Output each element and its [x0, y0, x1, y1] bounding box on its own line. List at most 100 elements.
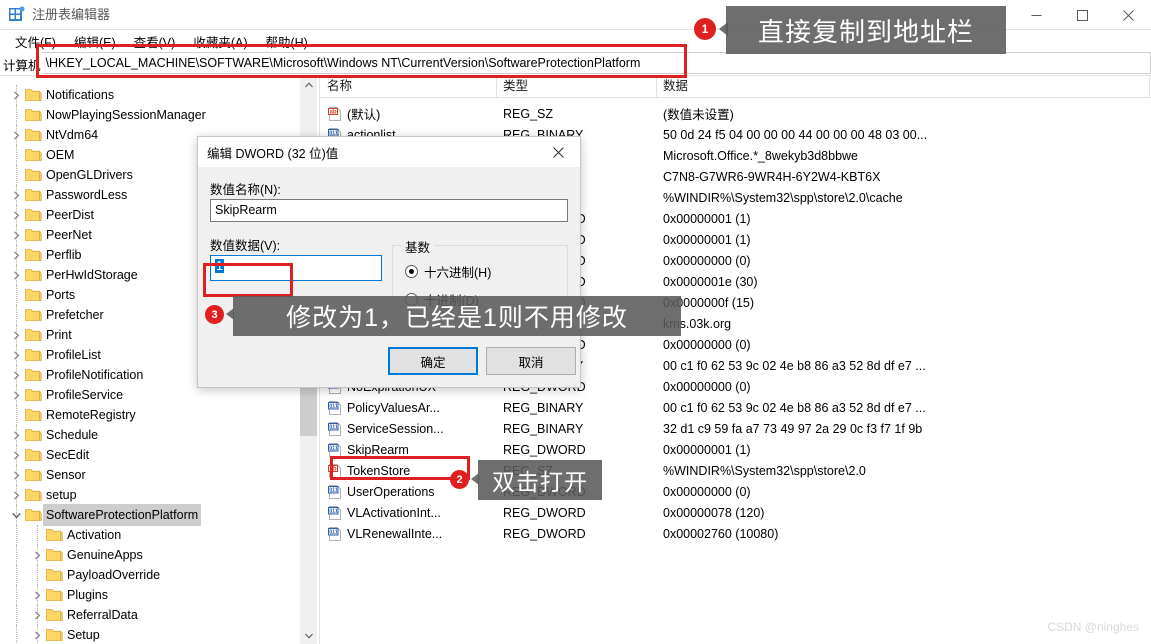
- maximize-button[interactable]: [1059, 0, 1105, 30]
- tree-item-schedule[interactable]: Schedule: [0, 425, 300, 445]
- chevron-right-icon[interactable]: [8, 425, 24, 445]
- table-row[interactable]: 011 110 PolicyValuesAr... REG_BINARY 00 c1 f…: [321, 397, 1151, 418]
- table-row[interactable]: 011 110 ServiceSession... REG_BINARY 32 d1 c…: [321, 418, 1151, 439]
- annotation-badge-3: 3: [205, 305, 224, 324]
- value-data-cell: 0x00000001 (1): [663, 232, 751, 247]
- string-value-icon: ab: [327, 106, 343, 122]
- table-row[interactable]: ab (默认) REG_SZ (数值未设置): [321, 103, 1151, 124]
- table-row[interactable]: 011 110 VLActivationInt... REG_DWORD 0x00000…: [321, 502, 1151, 523]
- menu-favorites[interactable]: 收藏夹(A): [184, 30, 256, 53]
- menu-view[interactable]: 查看(V): [125, 30, 185, 53]
- dialog-body: 数值名称(N): SkipRearm 数值数据(V): 1 基数 十六进制(H)…: [198, 167, 580, 389]
- tree-leaf-marker: [8, 165, 24, 185]
- registry-editor-icon: [8, 6, 25, 23]
- edit-dword-dialog: 编辑 DWORD (32 位)值 数值名称(N): SkipRearm 数值数据…: [197, 136, 581, 388]
- minimize-button[interactable]: [1013, 0, 1059, 30]
- tree-item-secedit[interactable]: SecEdit: [0, 445, 300, 465]
- chevron-right-icon[interactable]: [8, 185, 24, 205]
- window-controls: [1013, 0, 1151, 30]
- chevron-right-icon[interactable]: [8, 345, 24, 365]
- tree-scroll-down-arrow[interactable]: [300, 627, 317, 644]
- chevron-right-icon[interactable]: [29, 545, 45, 565]
- address-prefix-label: 计算机: [3, 59, 41, 73]
- address-input[interactable]: \HKEY_LOCAL_MACHINE\SOFTWARE\Microsoft\W…: [41, 52, 1151, 74]
- annotation-badge-1: 1: [694, 18, 716, 40]
- binary-value-icon: 011110: [327, 421, 343, 437]
- base-group-label: 基数: [401, 237, 435, 256]
- value-name-label: 数值名称(N):: [210, 183, 281, 197]
- dialog-close-button[interactable]: [536, 137, 580, 167]
- folder-icon: [25, 508, 42, 522]
- chevron-right-icon[interactable]: [8, 385, 24, 405]
- column-header-name[interactable]: 名称: [321, 76, 497, 97]
- tree-guide-line: [16, 545, 17, 565]
- svg-text:110: 110: [329, 532, 334, 536]
- tree-item-nowplayingsessionmanager[interactable]: NowPlayingSessionManager: [0, 105, 300, 125]
- tree-scroll-up-arrow[interactable]: [300, 76, 317, 93]
- tree-item-label: Notifications: [46, 88, 115, 102]
- table-row[interactable]: 011110UserOperationsREG_DWORD0x00000000 …: [321, 481, 1151, 502]
- annotation-text-2: 双击打开: [478, 460, 602, 500]
- chevron-right-icon[interactable]: [8, 225, 24, 245]
- tree-item-label: OpenGLDrivers: [46, 168, 133, 182]
- value-data-cell: 0x00000000 (0): [663, 484, 751, 499]
- tree-item-referraldata[interactable]: ReferralData: [0, 605, 300, 625]
- chevron-right-icon[interactable]: [8, 85, 24, 105]
- chevron-right-icon[interactable]: [8, 465, 24, 485]
- column-header-data[interactable]: 数据: [657, 76, 1150, 97]
- tree-item-notifications[interactable]: Notifications: [0, 85, 300, 105]
- chevron-right-icon[interactable]: [8, 485, 24, 505]
- value-data-cell: Microsoft.Office.*_8wekyb3d8bbwe: [663, 148, 859, 163]
- tree-guide-line: [16, 565, 17, 585]
- table-row[interactable]: abTokenStoreREG_SZ%WINDIR%\System32\spp\…: [321, 460, 1151, 481]
- dialog-ok-button[interactable]: 确定: [388, 347, 478, 375]
- tree-item-plugins[interactable]: Plugins: [0, 585, 300, 605]
- tree-item-label: PasswordLess: [46, 188, 128, 202]
- tree-item-payloadoverride[interactable]: PayloadOverride: [0, 565, 300, 585]
- chevron-right-icon[interactable]: [29, 605, 45, 625]
- chevron-right-icon[interactable]: [8, 265, 24, 285]
- table-row[interactable]: 011 110 SkipRearm REG_DWORD 0x00000001 (1): [321, 439, 1151, 460]
- close-button[interactable]: [1105, 0, 1151, 30]
- column-header-type[interactable]: 类型: [497, 76, 657, 97]
- folder-icon: [25, 448, 42, 462]
- tree-item-setup[interactable]: Setup: [0, 625, 300, 644]
- radio-hexadecimal[interactable]: 十六进制(H): [405, 262, 491, 281]
- tree-item-remoteregistry[interactable]: RemoteRegistry: [0, 405, 300, 425]
- tree-item-sensor[interactable]: Sensor: [0, 465, 300, 485]
- chevron-right-icon[interactable]: [8, 245, 24, 265]
- tree-guide-line: [16, 525, 17, 545]
- tree-item-label: Schedule: [46, 428, 99, 442]
- value-name-cell: (默认): [347, 108, 381, 122]
- tree-item-setup[interactable]: setup: [0, 485, 300, 505]
- tree-item-activation[interactable]: Activation: [0, 525, 300, 545]
- value-name-cell: VLActivationInt...: [347, 505, 441, 520]
- tree-item-genuineapps[interactable]: GenuineApps: [0, 545, 300, 565]
- address-bar: 计算机 \HKEY_LOCAL_MACHINE\SOFTWARE\Microso…: [0, 52, 1151, 74]
- folder-icon: [25, 328, 42, 342]
- chevron-right-icon[interactable]: [29, 585, 45, 605]
- binary-value-icon: 011110: [327, 400, 343, 416]
- chevron-right-icon[interactable]: [8, 325, 24, 345]
- watermark: CSDN @ninghes: [1047, 620, 1139, 634]
- menu-edit[interactable]: 编辑(E): [65, 30, 125, 53]
- chevron-right-icon[interactable]: [8, 365, 24, 385]
- chevron-right-icon[interactable]: [8, 205, 24, 225]
- tree-leaf-marker: [29, 565, 45, 585]
- dialog-cancel-button[interactable]: 取消: [486, 347, 576, 375]
- value-data-input[interactable]: 1: [210, 255, 382, 281]
- value-name-input[interactable]: SkipRearm: [210, 199, 568, 222]
- chevron-right-icon[interactable]: [8, 125, 24, 145]
- menu-file[interactable]: 文件(F): [6, 30, 65, 53]
- value-data-cell: kms.03k.org: [663, 316, 732, 331]
- table-row[interactable]: 011 110 VLRenewalInte... REG_DWORD 0x0000276…: [321, 523, 1151, 544]
- annotation-text-1: 直接复制到地址栏: [726, 6, 1006, 54]
- chevron-right-icon[interactable]: [8, 445, 24, 465]
- folder-icon: [46, 568, 63, 582]
- menu-help[interactable]: 帮助(H): [256, 30, 316, 53]
- chevron-right-icon[interactable]: [29, 625, 45, 644]
- svg-text:ab: ab: [330, 466, 337, 472]
- tree-item-softwareprotectionplatform[interactable]: SoftwareProtectionPlatform: [0, 504, 300, 526]
- chevron-down-icon[interactable]: [8, 505, 24, 525]
- annotation-text-3: 修改为1，已经是1则不用修改: [233, 296, 681, 336]
